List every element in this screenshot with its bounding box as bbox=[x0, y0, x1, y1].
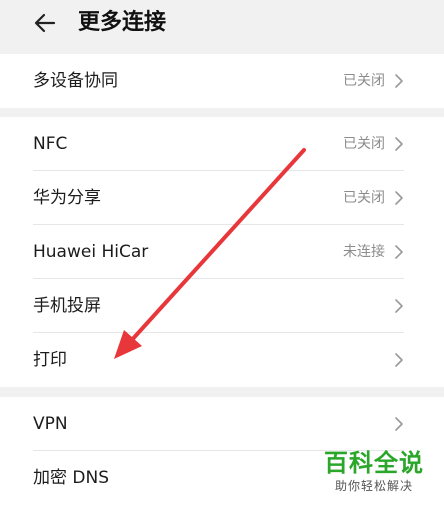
chevron-right-icon bbox=[395, 191, 403, 205]
settings-group-2: NFC 已关闭 华为分享 已关闭 Huawei HiCar 未连接 手机投屏 打… bbox=[0, 117, 444, 387]
top-bar: 更多连接 bbox=[0, 0, 444, 48]
status-value: 已关闭 bbox=[343, 190, 385, 206]
chevron-right-icon bbox=[395, 245, 403, 259]
list-item-vpn[interactable]: VPN bbox=[0, 397, 444, 451]
list-item-label: Huawei HiCar bbox=[33, 242, 149, 262]
status-value: 未连接 bbox=[343, 244, 385, 260]
list-item-label: 多设备协同 bbox=[33, 71, 118, 91]
list-item-label: NFC bbox=[33, 134, 68, 154]
chevron-right-icon bbox=[395, 299, 403, 313]
list-item-multi-device[interactable]: 多设备协同 已关闭 bbox=[0, 54, 444, 108]
chevron-right-icon bbox=[395, 353, 403, 367]
list-item-label: 打印 bbox=[33, 350, 67, 370]
status-value: 已关闭 bbox=[343, 136, 385, 152]
chevron-right-icon bbox=[395, 417, 403, 431]
list-item-label: 手机投屏 bbox=[33, 296, 101, 316]
chevron-right-icon bbox=[395, 74, 403, 88]
list-item-huawei-share[interactable]: 华为分享 已关闭 bbox=[0, 171, 444, 225]
chevron-right-icon bbox=[395, 137, 403, 151]
list-item-label: 加密 DNS bbox=[33, 468, 110, 488]
list-item-screen-projection[interactable]: 手机投屏 bbox=[0, 279, 444, 333]
settings-group-1: 多设备协同 已关闭 bbox=[0, 54, 444, 108]
watermark: 百科全说 助你轻松解决 bbox=[318, 448, 430, 494]
watermark-title: 百科全说 bbox=[324, 449, 424, 477]
list-item-nfc[interactable]: NFC 已关闭 bbox=[0, 117, 444, 171]
list-item-print[interactable]: 打印 bbox=[0, 333, 444, 387]
page-title: 更多连接 bbox=[78, 10, 167, 35]
list-item-label: 华为分享 bbox=[33, 188, 101, 208]
list-item-hicar[interactable]: Huawei HiCar 未连接 bbox=[0, 225, 444, 279]
watermark-subtitle: 助你轻松解决 bbox=[334, 479, 413, 493]
status-value: 已关闭 bbox=[343, 73, 385, 89]
arrow-left-icon[interactable] bbox=[32, 10, 58, 36]
list-item-label: VPN bbox=[33, 414, 68, 434]
